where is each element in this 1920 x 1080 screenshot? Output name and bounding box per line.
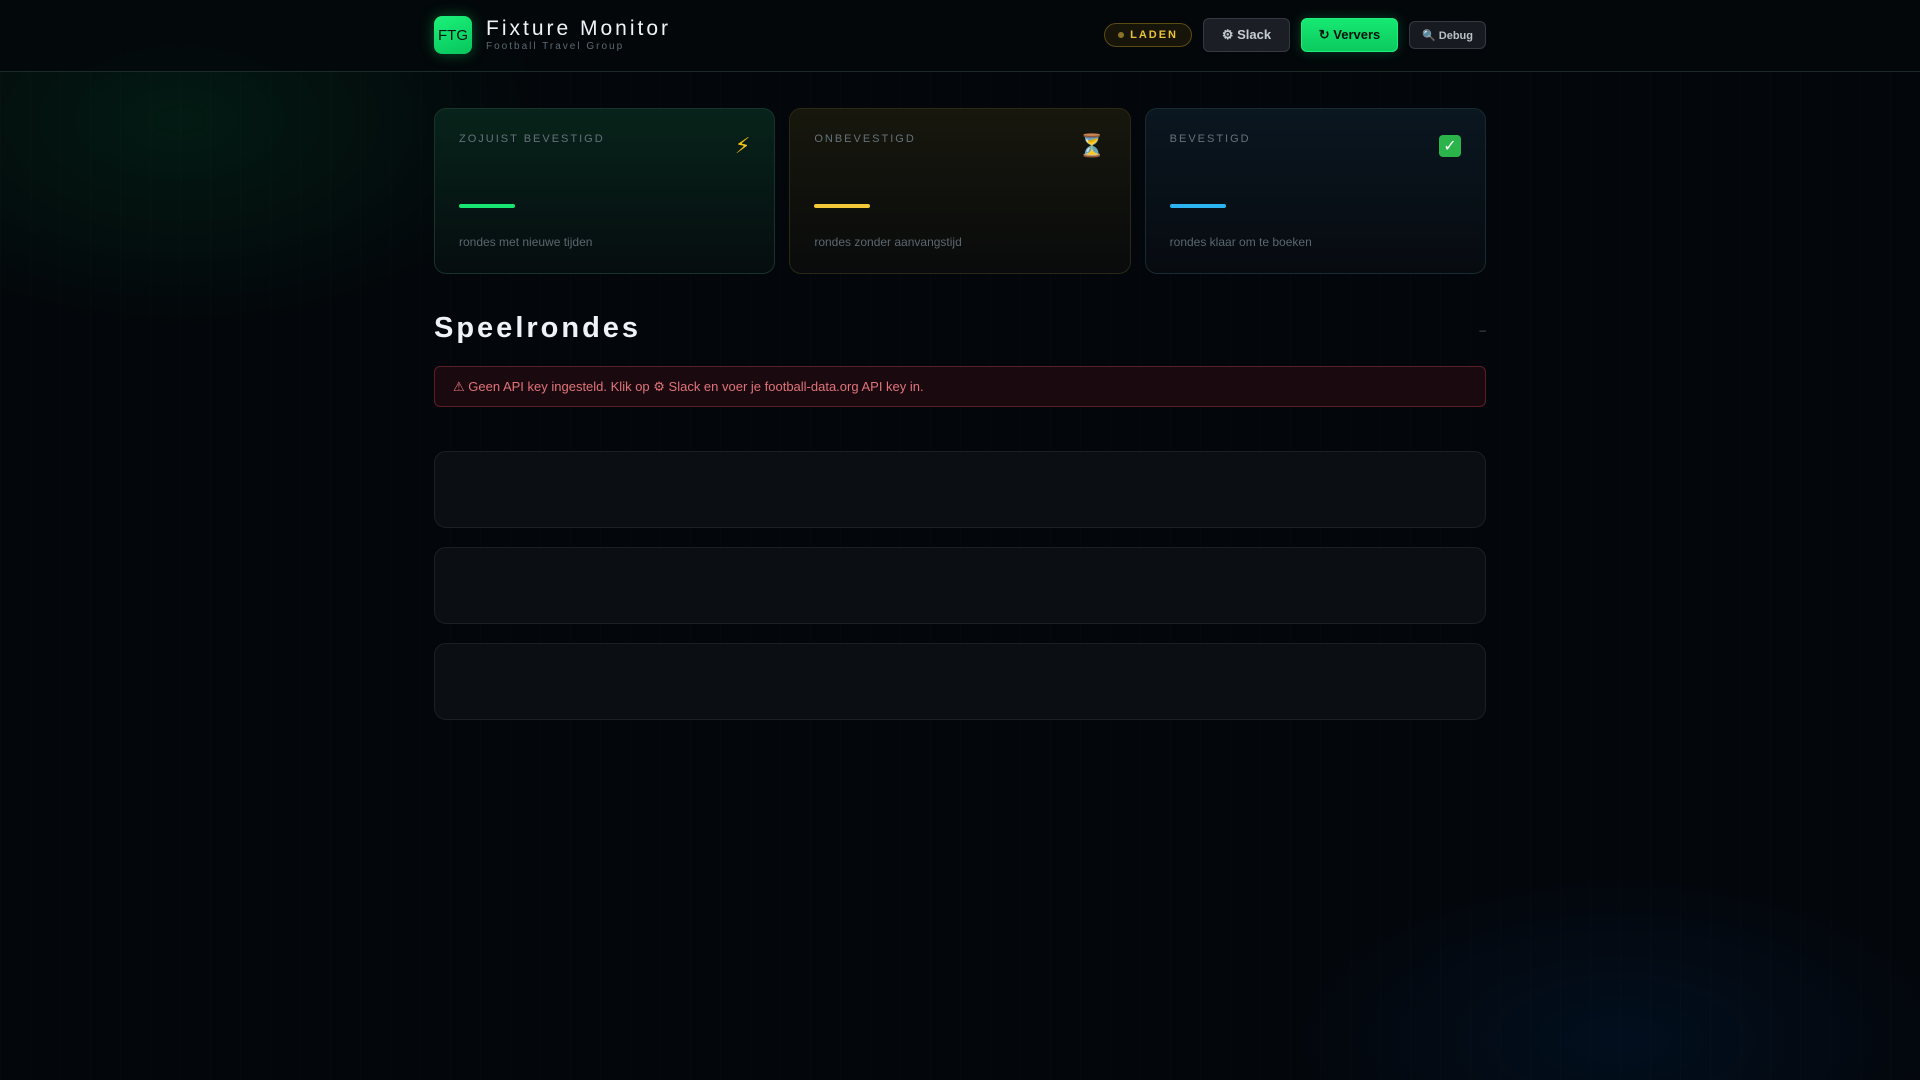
- brand-text: Fixture Monitor Football Travel Group: [486, 17, 671, 53]
- app-subtitle: Football Travel Group: [486, 41, 625, 52]
- stat-card-just-confirmed: ZOJUIST BEVESTIGD ⚡ rondes met nieuwe ti…: [434, 108, 776, 274]
- top-bar: FTG Fixture Monitor Football Travel Grou…: [0, 0, 1920, 72]
- round-card-placeholder: [434, 451, 1486, 528]
- round-card-placeholder: [434, 547, 1486, 624]
- status-badge: LADEN: [1104, 23, 1192, 47]
- stat-card-accent-bar: [814, 204, 871, 208]
- stat-card-confirmed: BEVESTIGD ✓ rondes klaar om te boeken: [1144, 108, 1486, 274]
- section-meta: –: [1479, 323, 1486, 337]
- stat-card-accent-bar: [1169, 204, 1226, 208]
- slack-settings-button[interactable]: ⚙ Slack: [1203, 18, 1290, 52]
- status-dot-icon: [1118, 32, 1125, 38]
- stat-card-label: ZOJUIST BEVESTIGD: [459, 133, 605, 145]
- api-key-alert: ⚠ Geen API key ingesteld. Klik op ⚙ Slac…: [434, 366, 1486, 407]
- stat-card-description: rondes zonder aanvangstijd: [814, 235, 962, 249]
- round-card-placeholder: [434, 643, 1486, 720]
- brand: FTG Fixture Monitor Football Travel Grou…: [434, 16, 671, 54]
- stat-card-unconfirmed: ONBEVESTIGD ⏳ rondes zonder aanvangstijd: [789, 108, 1131, 274]
- ftg-logo: FTG: [434, 16, 472, 54]
- stat-card-label: ONBEVESTIGD: [814, 133, 916, 145]
- debug-button[interactable]: 🔍 Debug: [1409, 21, 1486, 49]
- stat-card-accent-bar: [459, 204, 515, 208]
- section-title: Speelrondes: [434, 312, 642, 344]
- stat-cards: ZOJUIST BEVESTIGD ⚡ rondes met nieuwe ti…: [434, 108, 1486, 274]
- app-title: Fixture Monitor: [486, 17, 672, 40]
- status-label: LADEN: [1130, 29, 1178, 41]
- stat-card-description: rondes met nieuwe tijden: [459, 235, 593, 249]
- check-box-icon: ✓: [1438, 135, 1461, 157]
- stat-card-label: BEVESTIGD: [1169, 133, 1251, 145]
- header-actions: LADEN ⚙ Slack ↻ Ververs 🔍 Debug: [1104, 18, 1486, 52]
- hourglass-icon: ⏳: [1078, 133, 1106, 158]
- lightning-icon: ⚡: [734, 133, 751, 158]
- refresh-button[interactable]: ↻ Ververs: [1301, 18, 1398, 52]
- stat-card-description: rondes klaar om te boeken: [1169, 235, 1312, 249]
